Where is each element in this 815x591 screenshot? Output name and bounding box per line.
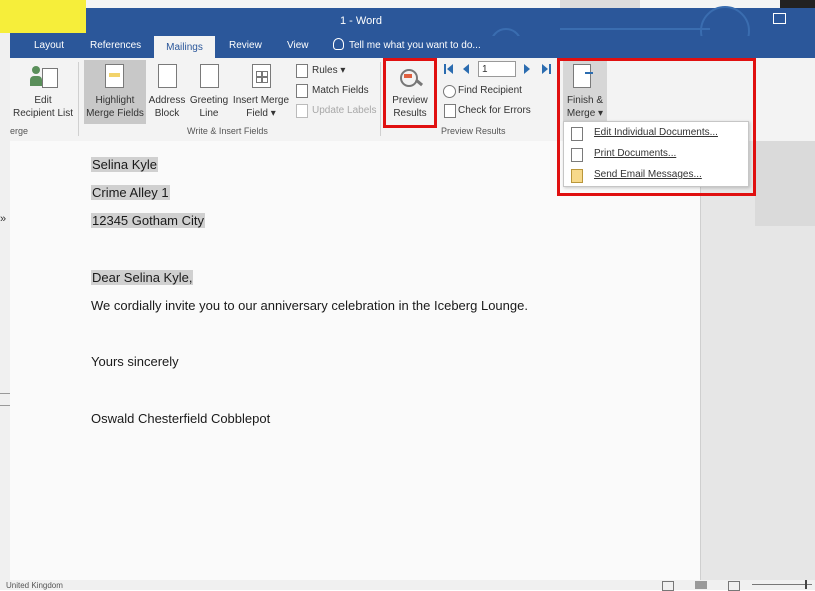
left-edge-mark (0, 393, 10, 394)
tell-me-search[interactable]: Tell me what you want to do... (349, 40, 481, 51)
address-line-city[interactable]: 12345 Gotham City (91, 213, 206, 228)
last-record-icon[interactable] (549, 64, 551, 74)
left-margin (0, 33, 10, 590)
greeting-line-button[interactable]: Greeting Line (188, 94, 230, 120)
highlight-label: Highlight Merge Fields (84, 94, 146, 120)
closing-text[interactable]: Yours sincerely (91, 354, 179, 369)
preview-results-highlight-box (383, 58, 437, 128)
group-write-insert: Write & Insert Fields (187, 126, 268, 136)
check-for-errors-button[interactable]: Check for Errors (458, 105, 531, 116)
group-preview-results: Preview Results (441, 126, 506, 136)
address-block-icon (158, 64, 177, 88)
tab-review[interactable]: Review (229, 40, 262, 51)
address-block-button[interactable]: Address Block (146, 94, 188, 120)
body-text[interactable]: We cordially invite you to our anniversa… (91, 298, 528, 313)
taskbar-strip (560, 0, 640, 8)
greeting-line-icon (200, 64, 219, 88)
address-line-street[interactable]: Crime Alley 1 (91, 185, 170, 200)
tab-references[interactable]: References (90, 40, 141, 51)
insert-merge-field-button[interactable]: Insert Merge Field ▾ (231, 94, 291, 120)
rules-button[interactable]: Rules ▾ (312, 65, 345, 76)
dark-corner (780, 0, 815, 8)
collapse-arrow-icon[interactable]: » (0, 213, 6, 225)
signature-text[interactable]: Oswald Chesterfield Cobblepot (91, 411, 270, 426)
lightbulb-icon (333, 38, 344, 50)
first-record-icon[interactable] (444, 64, 446, 74)
language-status[interactable]: United Kingdom (6, 581, 63, 590)
group-divider (78, 62, 79, 136)
side-panel-strip (755, 141, 815, 226)
tab-layout[interactable]: Layout (34, 40, 64, 51)
find-recipient-icon (443, 85, 456, 98)
address-block-label-2: Block (154, 108, 180, 119)
next-record-icon[interactable] (524, 64, 530, 74)
top-strip (0, 0, 815, 8)
greeting-line-label-1: Greeting (189, 95, 229, 106)
tab-mailings[interactable]: Mailings (154, 36, 215, 59)
greeting-line-label-2: Line (199, 108, 219, 119)
edit-recipient-icon (30, 64, 58, 90)
edit-recipient-list-button[interactable]: Edit Recipient List (10, 94, 76, 120)
check-errors-icon (444, 104, 456, 118)
highlight-doc-icon (105, 64, 124, 88)
greeting-text[interactable]: Dear Selina Kyle, (91, 270, 194, 285)
record-number-input[interactable]: 1 (478, 61, 516, 77)
tab-view[interactable]: View (287, 40, 309, 51)
highlight-label-1: Highlight (95, 95, 135, 106)
group-divider-2 (380, 62, 381, 136)
status-bar (0, 580, 815, 590)
page-edge (700, 141, 701, 580)
insert-merge-field-icon (252, 64, 271, 88)
edit-recipient-label-2: Recipient List (12, 108, 74, 119)
zoom-slider[interactable] (752, 584, 812, 585)
insert-merge-field-label-1: Insert Merge (232, 95, 290, 106)
update-labels-icon (296, 104, 308, 118)
ribbon-display-icon[interactable] (773, 13, 786, 24)
finish-merge-highlight-box (557, 58, 756, 196)
edit-recipient-label-1: Edit (34, 95, 52, 106)
previous-record-icon[interactable] (463, 64, 469, 74)
first-record-arrow (447, 64, 453, 74)
zoom-slider-thumb[interactable] (805, 580, 807, 589)
print-layout-icon[interactable] (695, 581, 707, 589)
circuit-line (560, 28, 710, 30)
address-block-label-1: Address (148, 95, 186, 106)
yellow-corner (0, 0, 86, 33)
find-recipient-button[interactable]: Find Recipient (458, 85, 522, 96)
group-start-mail-merge: erge (10, 126, 29, 136)
address-line-name[interactable]: Selina Kyle (91, 157, 159, 172)
left-edge-mark-2 (0, 405, 10, 406)
match-fields-icon (296, 84, 308, 98)
highlight-label-2: Merge Fields (86, 108, 144, 119)
match-fields-button[interactable]: Match Fields (312, 85, 369, 96)
update-labels-button[interactable]: Update Labels (312, 105, 377, 116)
window-title: 1 - Word (340, 15, 382, 27)
insert-merge-field-label-2: Field ▾ (246, 108, 276, 119)
title-bar (10, 8, 815, 36)
last-record-arrow (542, 64, 548, 74)
rules-icon (296, 64, 308, 78)
